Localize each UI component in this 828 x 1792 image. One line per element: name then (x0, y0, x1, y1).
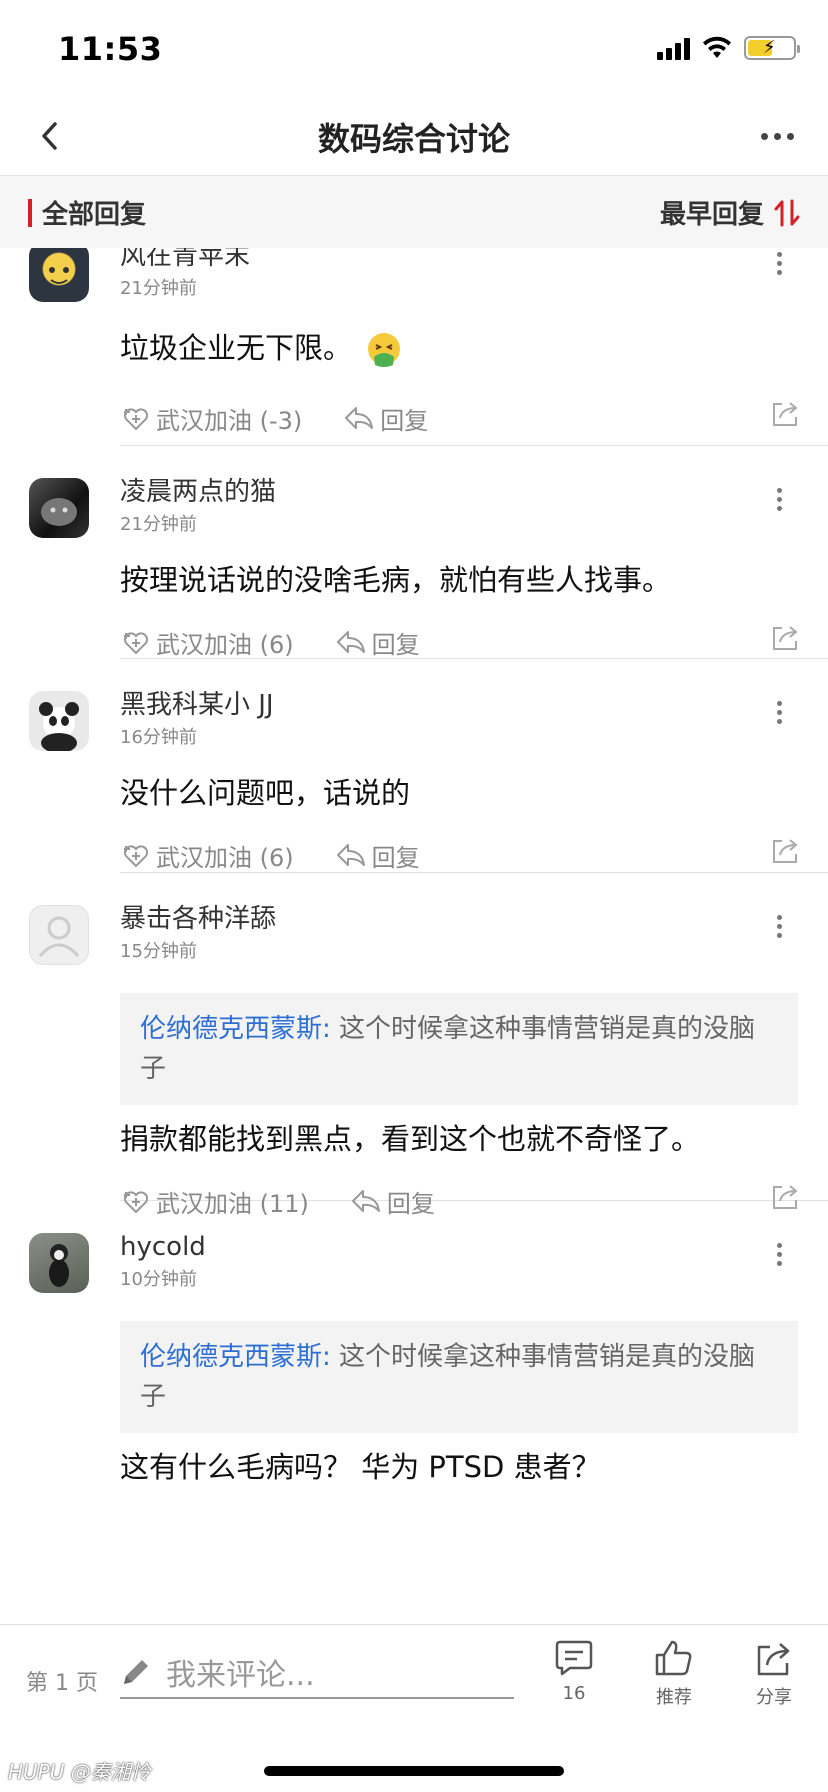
active-indicator (28, 198, 32, 227)
cellular-signal-icon (657, 36, 690, 60)
avatar[interactable] (29, 691, 89, 751)
wifi-icon (703, 36, 731, 58)
comment-text: 捐款都能找到黑点，看到这个也就不奇怪了。 (120, 1122, 701, 1156)
quoted-reply[interactable]: 伦纳德克西蒙斯: 这个时候拿这种事情营销是真的没脑子 (120, 993, 798, 1105)
comments-button[interactable]: 16 (534, 1639, 614, 1704)
comment-item: 风在青苹末 21分钟前 垃圾企业无下限。 武汉加油 (-3) 回复 (29, 248, 828, 446)
share-icon[interactable] (770, 835, 800, 865)
cheer-heart-icon (123, 632, 149, 655)
post-time: 15分钟前 (120, 941, 197, 962)
comment-menu-button[interactable] (771, 248, 788, 281)
avatar[interactable] (29, 905, 89, 965)
post-time: 21分钟前 (120, 514, 197, 535)
like-label: 武汉加油 (6) (156, 630, 294, 659)
comment-list[interactable]: 风在青苹末 21分钟前 垃圾企业无下限。 武汉加油 (-3) 回复 凌晨两点的猫… (0, 248, 828, 1624)
comment-text: 这有什么毛病吗？ 华为 PTSD 患者？ (120, 1450, 601, 1484)
avatar[interactable] (29, 1233, 89, 1293)
status-time: 11:53 (58, 30, 163, 68)
comment-menu-button[interactable] (771, 695, 788, 730)
more-options-button[interactable] (761, 118, 794, 154)
post-time: 10分钟前 (120, 1269, 197, 1290)
status-bar: 11:53 ⚡ (0, 0, 828, 100)
pencil-icon (124, 1660, 148, 1684)
comment-count: 16 (562, 1683, 586, 1704)
all-replies-label: 全部回复 (42, 200, 147, 230)
cheer-heart-icon (123, 408, 149, 431)
comment-item: 黑我科某小 JJ 16分钟前 没什么问题吧，话说的 武汉加油 (6) 回复 (29, 659, 828, 873)
recommend-button[interactable]: 推荐 (634, 1639, 714, 1709)
post-time: 21分钟前 (120, 278, 197, 299)
reply-label: 回复 (380, 406, 429, 435)
reply-label: 回复 (371, 843, 420, 872)
reply-icon (336, 631, 365, 653)
avatar[interactable] (29, 478, 89, 538)
comment-bubble-icon (555, 1640, 593, 1676)
filter-bar: 全部回复 最早回复 (0, 176, 828, 248)
reply-icon (336, 844, 365, 866)
comment-menu-button[interactable] (771, 1237, 788, 1272)
comment-item: 凌晨两点的猫 21分钟前 按理说话说的没啥毛病，就怕有些人找事。 武汉加油 (6… (29, 446, 828, 660)
like-label: 武汉加油 (-3) (156, 406, 303, 435)
recommend-label: 推荐 (656, 1687, 692, 1708)
sort-arrows-icon (774, 199, 800, 226)
username[interactable]: 黑我科某小 JJ (120, 685, 828, 721)
comment-item: 暴击各种洋舔 15分钟前 伦纳德克西蒙斯: 这个时候拿这种事情营销是真的没脑子 … (29, 873, 828, 1218)
comment-input[interactable]: 我来评论... (120, 1647, 514, 1699)
like-label: 武汉加油 (6) (156, 843, 294, 872)
username[interactable]: hycold (120, 1227, 828, 1263)
status-icons: ⚡ (657, 36, 800, 60)
battery-icon: ⚡ (744, 36, 800, 60)
share-icon (757, 1643, 790, 1676)
nav-bar: 数码综合讨论 (0, 100, 828, 176)
nauseated-face-icon (368, 333, 401, 367)
comment-text: 没什么问题吧，话说的 (120, 776, 411, 810)
username[interactable]: 风在青苹末 (120, 248, 828, 272)
reply-label: 回复 (371, 630, 420, 659)
avatar[interactable] (29, 248, 89, 302)
username[interactable]: 暴击各种洋舔 (120, 899, 828, 935)
reply-button[interactable]: 回复 (336, 838, 420, 873)
reply-icon (345, 407, 374, 429)
comment-menu-button[interactable] (771, 482, 788, 517)
watermark: HUPU @秦湘怜 (8, 1760, 151, 1784)
like-button[interactable]: 武汉加油 (-3) (120, 401, 302, 436)
share-icon[interactable] (770, 398, 800, 428)
reply-button[interactable]: 回复 (344, 401, 428, 436)
quoted-reply[interactable]: 伦纳德克西蒙斯: 这个时候拿这种事情营销是真的没脑子 (120, 1321, 798, 1433)
home-indicator[interactable] (264, 1766, 564, 1776)
like-button[interactable]: 武汉加油 (6) (120, 838, 294, 873)
share-button[interactable]: 分享 (734, 1639, 814, 1709)
comment-input-placeholder: 我来评论... (166, 1658, 315, 1693)
sort-toggle[interactable]: 最早回复 (660, 194, 800, 231)
username[interactable]: 凌晨两点的猫 (120, 472, 828, 508)
reply-button[interactable]: 回复 (336, 625, 420, 660)
sort-label: 最早回复 (659, 200, 764, 230)
page-title: 数码综合讨论 (317, 120, 510, 158)
cheer-heart-icon (123, 845, 149, 868)
share-label: 分享 (756, 1687, 792, 1708)
default-user-icon (38, 916, 80, 958)
share-icon[interactable] (770, 622, 800, 652)
comment-text: 垃圾企业无下限。 (120, 326, 828, 370)
comment-item: hycold 10分钟前 伦纳德克西蒙斯: 这个时候拿这种事情营销是真的没脑子 … (29, 1201, 828, 1484)
all-replies-tab[interactable]: 全部回复 (28, 194, 146, 231)
thumbs-up-icon (655, 1640, 692, 1676)
page-indicator[interactable]: 第 1 页 (26, 1665, 98, 1697)
comment-menu-button[interactable] (771, 909, 788, 944)
quote-author[interactable]: 伦纳德克西蒙斯: (140, 1014, 331, 1044)
post-time: 16分钟前 (120, 727, 197, 748)
comment-text: 按理说话说的没啥毛病，就怕有些人找事。 (120, 563, 672, 597)
like-button[interactable]: 武汉加油 (6) (120, 625, 294, 660)
quote-author[interactable]: 伦纳德克西蒙斯: (140, 1342, 331, 1372)
